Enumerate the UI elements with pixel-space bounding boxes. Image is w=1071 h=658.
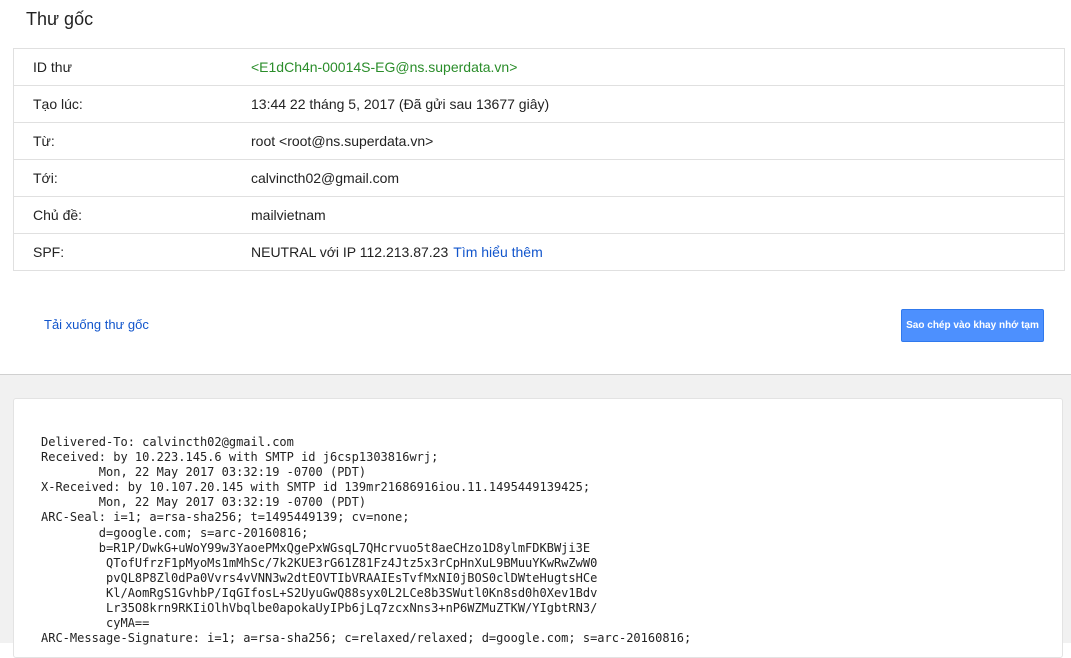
info-row-spf: SPF: NEUTRAL với IP 112.213.87.23 Tìm hiể… [14, 233, 1064, 270]
raw-message-text: Delivered-To: calvincth02@gmail.com Rece… [41, 435, 692, 646]
info-row-created: Tạo lúc: 13:44 22 tháng 5, 2017 (Đã gửi … [14, 85, 1064, 122]
copy-to-clipboard-button[interactable]: Sao chép vào khay nhớ tạm [901, 309, 1044, 342]
from-value: root <root@ns.superdata.vn> [251, 133, 434, 149]
info-label: Tới: [33, 170, 58, 186]
info-row-subject: Chủ đề: mailvietnam [14, 196, 1064, 233]
download-original-link[interactable]: Tải xuống thư gốc [44, 317, 149, 332]
info-row-message-id: ID thư <E1dCh4n-00014S-EG@ns.superdata.v… [14, 49, 1064, 85]
info-label: Chủ đề: [33, 207, 83, 223]
raw-message-section: Delivered-To: calvincth02@gmail.com Rece… [0, 375, 1071, 658]
info-label: ID thư [33, 59, 72, 75]
spf-value: NEUTRAL với IP 112.213.87.23 [251, 244, 449, 260]
subject-value: mailvietnam [251, 207, 326, 223]
learn-more-link[interactable]: Tìm hiểu thêm [453, 244, 542, 260]
info-label: Từ: [33, 133, 55, 149]
created-value: 13:44 22 tháng 5, 2017 (Đã gửi sau 13677… [251, 96, 550, 112]
page-title: Thư gốc [26, 9, 94, 29]
info-label: Tạo lúc: [33, 96, 83, 112]
info-row-from: Từ: root <root@ns.superdata.vn> [14, 122, 1064, 159]
spf-value-container: NEUTRAL với IP 112.213.87.23 Tìm hiểu thê… [251, 244, 1064, 260]
message-info-table: ID thư <E1dCh4n-00014S-EG@ns.superdata.v… [13, 48, 1065, 271]
header-section: Thư gốc ID thư <E1dCh4n-00014S-EG@ns.sup… [0, 0, 1071, 375]
info-label: SPF: [33, 244, 65, 260]
to-value: calvincth02@gmail.com [251, 170, 400, 186]
info-row-to: Tới: calvincth02@gmail.com [14, 159, 1064, 196]
raw-message-box: Delivered-To: calvincth02@gmail.com Rece… [13, 398, 1063, 658]
message-id-value: <E1dCh4n-00014S-EG@ns.superdata.vn> [251, 59, 518, 75]
